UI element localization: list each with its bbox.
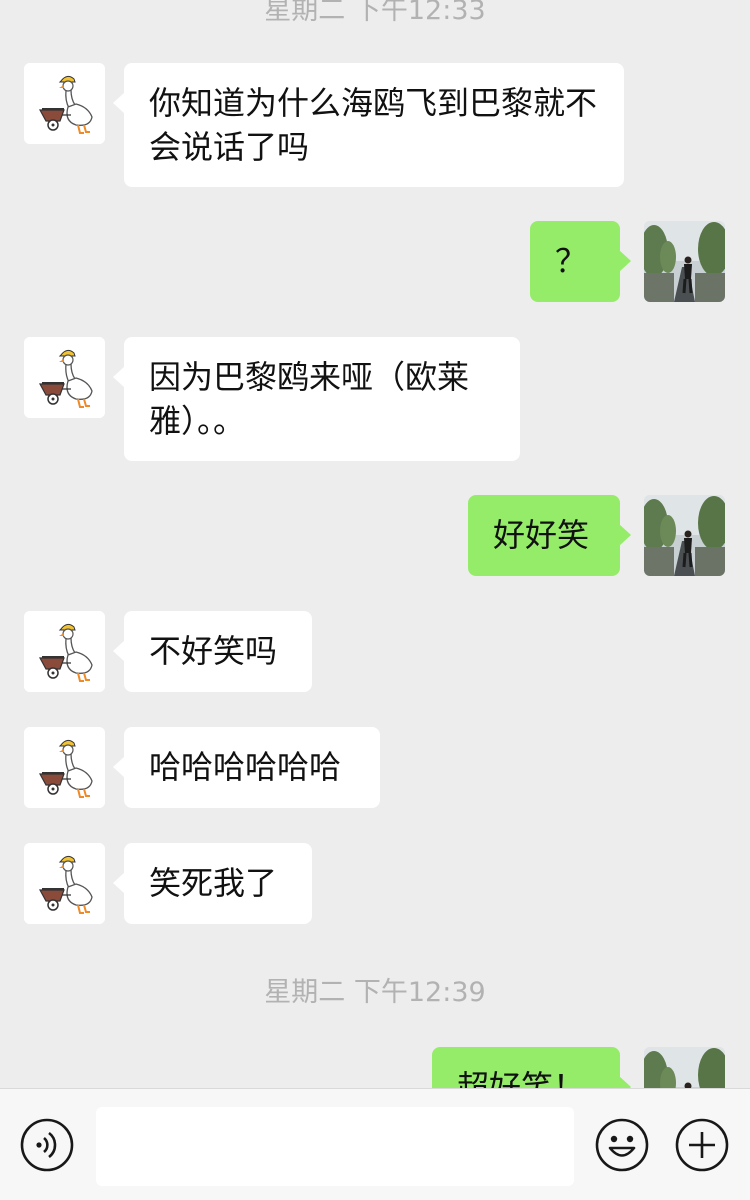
timestamp: 星期二 下午12:33 — [264, 0, 486, 26]
input-bar — [0, 1088, 750, 1200]
goose-icon — [24, 843, 105, 924]
emoji-button[interactable] — [595, 1118, 649, 1172]
contact-avatar[interactable] — [24, 727, 105, 808]
incoming-message[interactable]: 笑死我了 — [113, 843, 312, 924]
voice-button[interactable] — [20, 1118, 74, 1172]
incoming-message[interactable]: 不好笑吗 — [113, 611, 312, 692]
contact-avatar[interactable] — [24, 337, 105, 418]
goose-icon — [24, 63, 105, 144]
timestamp: 星期二 下午12:39 — [264, 977, 486, 1008]
outgoing-message[interactable]: 好好笑 — [468, 495, 631, 576]
profile-photo — [644, 495, 725, 576]
outgoing-message[interactable]: ？ — [530, 221, 631, 302]
incoming-message[interactable]: 哈哈哈哈哈哈 — [113, 727, 380, 808]
chat-area[interactable]: 星期二 下午12:33 你知道为什么海鸥飞到巴黎就不会说话了吗 ？ 因为巴黎鸥来… — [0, 0, 750, 1088]
voice-icon — [20, 1118, 74, 1172]
plus-icon — [675, 1118, 729, 1172]
outgoing-message[interactable]: 超好笑！ — [432, 1047, 631, 1088]
contact-avatar[interactable] — [24, 843, 105, 924]
message-input[interactable] — [96, 1107, 574, 1186]
emoji-icon — [595, 1118, 649, 1172]
incoming-message[interactable]: 因为巴黎鸥来哑（欧莱雅）。。 — [113, 337, 520, 461]
profile-photo — [644, 221, 725, 302]
goose-icon — [24, 727, 105, 808]
contact-avatar[interactable] — [24, 63, 105, 144]
more-button[interactable] — [675, 1118, 729, 1172]
goose-icon — [24, 611, 105, 692]
my-avatar[interactable] — [644, 495, 725, 576]
profile-photo — [644, 1047, 725, 1088]
my-avatar[interactable] — [644, 221, 725, 302]
contact-avatar[interactable] — [24, 611, 105, 692]
goose-icon — [24, 337, 105, 418]
incoming-message[interactable]: 你知道为什么海鸥飞到巴黎就不会说话了吗 — [113, 63, 624, 187]
my-avatar[interactable] — [644, 1047, 725, 1088]
